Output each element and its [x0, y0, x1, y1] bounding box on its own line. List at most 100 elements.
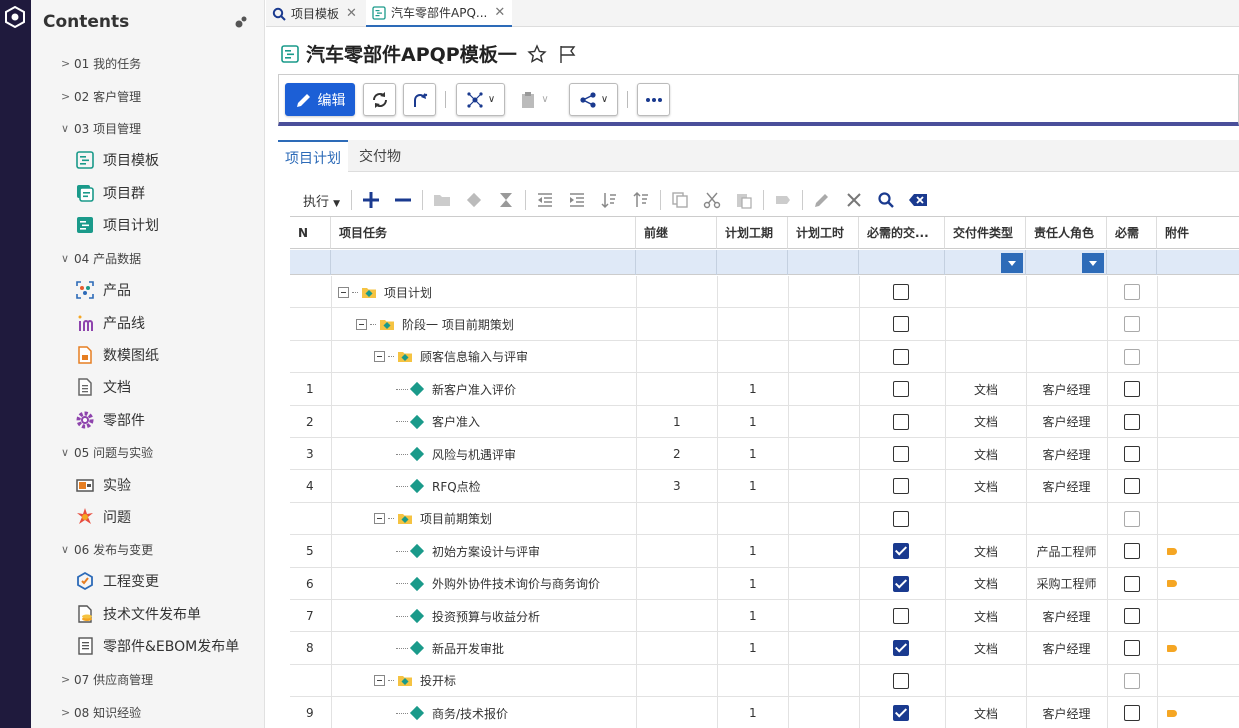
owner-role-cell[interactable] — [1036, 503, 1097, 535]
table-row-group[interactable]: 投开标 — [290, 664, 1239, 698]
deliverable-type-cell[interactable]: 文档 — [974, 438, 998, 470]
table-row[interactable]: 6 外购外协件技术询价与商务询价 1 文档 采购工程师 — [290, 567, 1239, 600]
checkbox[interactable] — [893, 316, 909, 333]
checkbox[interactable] — [893, 446, 909, 462]
tab-project-template[interactable]: 项目模板 ✕ — [266, 0, 366, 27]
checkbox[interactable] — [1124, 284, 1140, 300]
checkbox[interactable] — [1124, 348, 1140, 365]
collapse-icon[interactable] — [356, 318, 367, 330]
task-cell[interactable]: RFQ点检 — [392, 470, 481, 502]
sidebar-item-tech-doc-release[interactable]: 技术文件发布单 — [75, 602, 201, 626]
deliverable-type-cell[interactable]: 文档 — [974, 632, 998, 664]
sidebar-group-release[interactable]: ∨ 06 发布与变更 — [61, 539, 153, 559]
deliverable-type-cell[interactable]: 文档 — [974, 373, 998, 405]
filter-cell[interactable] — [331, 250, 636, 275]
filter-cell[interactable] — [636, 250, 717, 275]
collapse-icon[interactable] — [374, 675, 385, 687]
deliverable-type-cell[interactable]: 文档 — [974, 697, 998, 728]
column-header-n[interactable]: N — [290, 217, 331, 249]
move-up-icon[interactable] — [630, 189, 652, 211]
filter-cell[interactable] — [788, 250, 859, 275]
owner-role-cell[interactable]: 客户经理 — [1036, 632, 1097, 664]
checkbox[interactable] — [1124, 316, 1140, 333]
table-row[interactable]: 4 RFQ点检 3 1 文档 客户经理 — [290, 470, 1239, 503]
tab-project-plan[interactable]: 项目计划 — [278, 140, 348, 173]
attachment-icon[interactable] — [1167, 644, 1177, 652]
task-cell[interactable]: 顾客信息输入与评审 — [374, 341, 528, 373]
close-icon[interactable] — [843, 189, 865, 211]
table-row[interactable]: 3 风险与机遇评审 2 1 文档 客户经理 — [290, 438, 1239, 471]
column-header-owner-role[interactable]: 责任人角色 — [1026, 217, 1107, 249]
checkbox-checked[interactable] — [893, 543, 909, 560]
checkbox[interactable] — [1124, 446, 1140, 462]
owner-role-cell[interactable]: 客户经理 — [1036, 406, 1097, 438]
app-logo-icon[interactable] — [4, 6, 26, 28]
owner-role-cell[interactable]: 客户经理 — [1036, 697, 1097, 728]
deliverable-type-cell[interactable]: 文档 — [974, 470, 998, 502]
checkbox[interactable] — [1124, 705, 1140, 722]
sidebar-group-tasks[interactable]: >01 我的任务 — [61, 53, 141, 73]
table-row[interactable]: 9 商务/技术报价 1 文档 客户经理 — [290, 697, 1239, 728]
more-button[interactable] — [637, 83, 670, 116]
outdent-icon[interactable] — [534, 189, 556, 211]
clear-filter-icon[interactable] — [907, 189, 929, 211]
column-header-duration[interactable]: 计划工期 — [717, 217, 788, 249]
table-row-group[interactable]: 项目前期策划 — [290, 502, 1239, 536]
sidebar-item-project-template[interactable]: 项目模板 — [75, 148, 159, 172]
checkbox[interactable] — [1124, 381, 1140, 398]
copy-icon[interactable] — [669, 189, 691, 211]
table-row[interactable]: 1 新客户准入评价 1 文档 客户经理 — [290, 373, 1239, 406]
duration-cell[interactable]: 1 — [749, 373, 757, 405]
checkbox[interactable] — [1124, 672, 1140, 689]
column-header-required-deliverable[interactable]: 必需的交... — [859, 217, 945, 249]
filter-cell[interactable] — [1107, 250, 1157, 275]
column-header-work-hours[interactable]: 计划工时 — [788, 217, 859, 249]
checkbox[interactable] — [893, 413, 909, 430]
checkbox[interactable] — [1124, 510, 1140, 527]
filter-cell[interactable] — [1157, 250, 1239, 275]
checkbox[interactable] — [893, 510, 909, 527]
collapse-icon[interactable] — [374, 513, 385, 525]
sidebar-item-part[interactable]: 零部件 — [75, 408, 145, 432]
duration-cell[interactable]: 1 — [749, 470, 757, 502]
checkbox[interactable] — [1124, 608, 1140, 624]
filter-cell[interactable] — [1026, 250, 1107, 275]
checkbox[interactable] — [1124, 575, 1140, 592]
collapse-icon[interactable] — [374, 351, 385, 363]
table-row[interactable]: 7 投资预算与收益分析 1 文档 客户经理 — [290, 600, 1239, 633]
predecessor-cell[interactable]: 3 — [673, 470, 681, 502]
task-cell[interactable]: 投资预算与收益分析 — [392, 600, 540, 632]
checkbox[interactable] — [893, 478, 909, 495]
owner-role-cell[interactable] — [1036, 308, 1097, 340]
flag-icon[interactable] — [557, 44, 577, 64]
structure-dropdown[interactable]: ∨ — [456, 83, 505, 116]
cut-icon[interactable] — [701, 189, 723, 211]
task-cell[interactable]: 项目前期策划 — [374, 503, 492, 535]
sidebar-group-knowledge[interactable]: >08 知识经验 — [61, 702, 141, 722]
share-dropdown[interactable]: ∨ — [569, 83, 618, 116]
table-row[interactable]: 5 初始方案设计与评审 1 文档 产品工程师 — [290, 535, 1239, 568]
owner-role-cell[interactable] — [1036, 276, 1097, 308]
task-cell[interactable]: 客户准入 — [392, 406, 480, 438]
task-cell[interactable]: 风险与机遇评审 — [392, 438, 516, 470]
column-header-deliverable-type[interactable]: 交付件类型 — [945, 217, 1026, 249]
edit-button[interactable]: 编辑 — [285, 83, 355, 116]
milestone-icon[interactable] — [463, 189, 485, 211]
owner-role-cell[interactable]: 采购工程师 — [1036, 568, 1097, 600]
task-cell[interactable]: 初始方案设计与评审 — [392, 535, 540, 567]
owner-role-cell[interactable]: 客户经理 — [1036, 438, 1097, 470]
checkbox[interactable] — [893, 608, 909, 624]
hourglass-icon[interactable] — [495, 189, 517, 211]
task-cell[interactable]: 商务/技术报价 — [392, 697, 508, 728]
owner-role-cell[interactable]: 产品工程师 — [1036, 535, 1097, 567]
filter-dropdown[interactable] — [1001, 253, 1023, 273]
attachment-icon[interactable] — [1167, 580, 1177, 588]
owner-role-cell[interactable] — [1036, 665, 1097, 697]
paste-icon[interactable] — [733, 189, 755, 211]
sidebar-group-customers[interactable]: >02 客户管理 — [61, 86, 141, 106]
duration-cell[interactable]: 1 — [749, 632, 757, 664]
table-row[interactable]: 8 新品开发审批 1 文档 客户经理 — [290, 632, 1239, 665]
filter-cell[interactable] — [859, 250, 945, 275]
folder-add-icon[interactable] — [431, 189, 453, 211]
close-icon[interactable]: ✕ — [494, 5, 505, 20]
